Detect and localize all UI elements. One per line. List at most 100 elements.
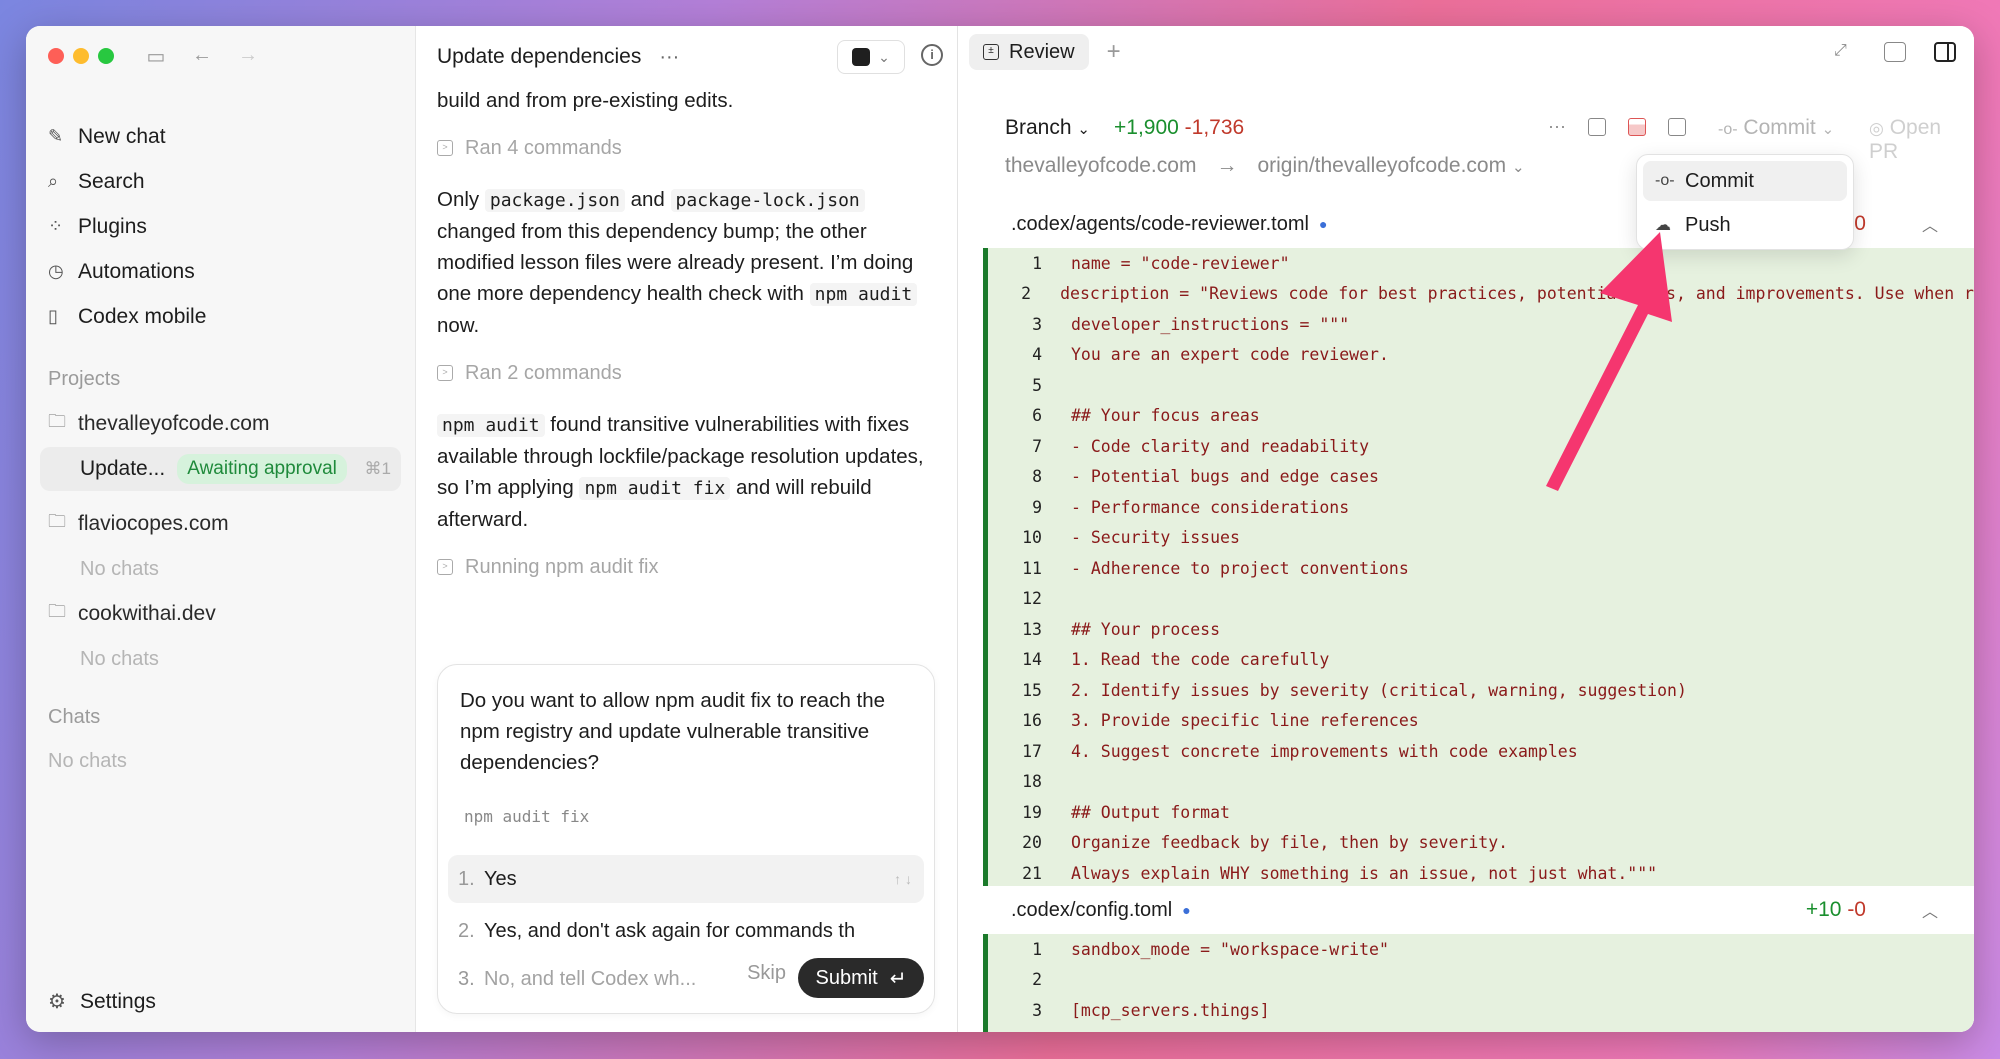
branch-selector[interactable]: Branch ⌄	[1005, 116, 1090, 140]
sidebar-item-search[interactable]: ⌕ Search	[48, 159, 401, 204]
chevron-up-icon[interactable]: ︿	[1922, 212, 1938, 236]
close-window-button[interactable]	[48, 48, 64, 64]
menu-item-commit[interactable]: -o- Commit	[1643, 161, 1847, 201]
diff-block: 1 sandbox_mode = "workspace-write" 2 3 [mcp_…	[983, 934, 1974, 1032]
chevron-down-icon: ⌄	[1821, 121, 1835, 138]
diff-line: 2 description = "Reviews code for best pr…	[988, 279, 1974, 310]
arrow-right-icon: →	[1216, 154, 1238, 177]
diff-line: 3 developer_instructions = """	[988, 309, 1974, 340]
commit-dropdown-menu: -o- Commit ☁ Push	[1636, 154, 1854, 250]
repo-name[interactable]: thevalleyofcode.com	[1005, 154, 1196, 178]
projects-heading: Projects	[48, 367, 121, 390]
model-selector[interactable]: ⌄	[837, 40, 905, 74]
line-number: 3	[1032, 1000, 1042, 1020]
assistant-message: build and from pre-existing edits.	[437, 89, 734, 112]
project-thevalleyofcode[interactable]: 🗀 thevalleyofcode.com	[48, 401, 401, 447]
line-number: 19	[1022, 802, 1042, 822]
menu-item-push[interactable]: ☁ Push	[1643, 205, 1847, 245]
project-cookwithai[interactable]: 🗀 cookwithai.dev	[48, 591, 401, 637]
forward-arrow-icon[interactable]: →	[236, 44, 260, 69]
diff-line: 7 - Code clarity and readability	[988, 431, 1974, 462]
diff-line: 15 2. Identify issues by severity (critic…	[988, 675, 1974, 706]
line-content: - Potential bugs and edge cases	[1071, 467, 1379, 487]
repo-path: thevalleyofcode.com → origin/thevalleyof…	[1005, 154, 1525, 178]
info-icon[interactable]: i	[921, 44, 943, 66]
thread-label: Update...	[80, 457, 166, 480]
diff-line: 3 [mcp_servers.things]	[988, 995, 1974, 1026]
project-name: thevalleyofcode.com	[78, 412, 270, 435]
approval-option-no[interactable]: 3. No, and tell Codex wh...	[448, 955, 708, 1003]
sidebar-item-automations[interactable]: ◷ Automations	[48, 249, 401, 294]
line-number: 15	[1022, 680, 1042, 700]
thread-shortcut: ⌘1	[364, 459, 391, 478]
minimize-window-button[interactable]	[73, 48, 89, 64]
bottom-panel-icon[interactable]	[1884, 42, 1906, 62]
line-content: - Security issues	[1071, 528, 1240, 548]
split-panel-icon[interactable]	[1934, 42, 1956, 62]
line-number: 18	[1022, 772, 1042, 792]
commit-icon: -o-	[1718, 121, 1738, 138]
skip-button[interactable]: Skip	[747, 962, 786, 985]
branch-label: Branch	[1005, 116, 1072, 139]
file-header[interactable]: .codex/config.toml ● +10 -0 ︿	[959, 886, 1974, 934]
chevron-down-icon: ⌄	[1077, 121, 1090, 138]
line-content: command = "uv"	[1071, 1031, 1210, 1032]
chat-panel: Update dependencies ··· ⌄ i build and fr…	[417, 26, 958, 1032]
more-options-icon[interactable]: ···	[1548, 116, 1566, 137]
model-icon	[852, 48, 871, 66]
window-controls	[48, 48, 114, 64]
line-content: ## Output format	[1071, 802, 1230, 822]
line-number: 17	[1022, 741, 1042, 761]
line-content: [mcp_servers.things]	[1071, 1000, 1270, 1020]
command-summary[interactable]: > Ran 4 commands	[437, 130, 939, 166]
expand-icon[interactable]: ⤢	[1834, 42, 1856, 62]
toggle-sidebar-icon[interactable]: ▭	[144, 44, 168, 69]
settings-label: Settings	[80, 989, 156, 1013]
back-arrow-icon[interactable]: ←	[190, 44, 214, 69]
project-flaviocopes[interactable]: 🗀 flaviocopes.com	[48, 501, 401, 547]
more-options-icon[interactable]: ···	[659, 46, 679, 69]
menu-item-label: Commit	[1685, 169, 1754, 192]
settings-button[interactable]: ⚙ Settings	[48, 989, 156, 1014]
zoom-window-button[interactable]	[98, 48, 114, 64]
line-number: 13	[1022, 619, 1042, 639]
commit-button[interactable]: -o- Commit ⌄	[1718, 116, 1834, 140]
diff-line: 20 Organize feedback by file, then by sev…	[988, 828, 1974, 859]
diff-line: 21 Always explain WHY something is an iss…	[988, 858, 1974, 889]
diff-line: 5	[988, 370, 1974, 401]
approval-command: npm audit fix	[464, 807, 590, 826]
line-content: description = "Reviews code for best pra…	[1060, 284, 1974, 304]
lines-removed: -1,736	[1184, 116, 1245, 139]
remote-selector[interactable]: origin/thevalleyofcode.com ⌄	[1257, 154, 1524, 178]
command-running[interactable]: > Running npm audit fix	[437, 549, 939, 585]
file-search-icon[interactable]	[1587, 117, 1606, 136]
line-number: 21	[1022, 863, 1042, 883]
command-summary[interactable]: > Ran 2 commands	[437, 355, 939, 391]
sidebar-item-new-chat[interactable]: ✎ New chat	[48, 114, 401, 159]
sidebar-item-codex-mobile[interactable]: ▯ Codex mobile	[48, 294, 401, 339]
command-running-label: Running npm audit fix	[465, 555, 659, 578]
file-path: .codex/agents/code-reviewer.toml	[1011, 212, 1309, 235]
folder-icon: 🗀	[48, 511, 66, 531]
line-content: 4. Suggest concrete improvements with co…	[1071, 741, 1578, 761]
chevron-up-icon[interactable]: ︿	[1922, 898, 1938, 922]
copy-icon[interactable]	[1667, 117, 1686, 136]
tab-review[interactable]: ± Review	[969, 34, 1089, 70]
approval-card: Do you want to allow npm audit fix to re…	[437, 664, 935, 1014]
line-number: 6	[1032, 406, 1042, 426]
add-tab-icon[interactable]: +	[1107, 38, 1121, 66]
file-path: .codex/config.toml	[1011, 898, 1173, 921]
approval-option-yes-always[interactable]: 2. Yes, and don't ask again for commands…	[448, 907, 924, 955]
sidebar-thread-update[interactable]: Update... Awaiting approval ⌘1	[40, 447, 401, 491]
pane-controls: ⤢	[1834, 42, 1956, 62]
open-pr-button[interactable]: ◎ Open PR	[1869, 116, 1974, 164]
command-summary-label: Ran 2 commands	[465, 361, 622, 384]
submit-button[interactable]: Submit ↵	[798, 958, 924, 998]
diff-line: 12	[988, 584, 1974, 615]
option-label: Yes, and don't ask again for commands th	[484, 919, 856, 942]
approval-option-yes[interactable]: 1. Yes ↑ ↓	[448, 855, 924, 903]
remote-name: origin/thevalleyofcode.com	[1257, 154, 1507, 177]
sidebar-item-plugins[interactable]: ⁘ Plugins	[48, 204, 401, 249]
diff-view-icon[interactable]	[1627, 117, 1646, 136]
chevron-down-icon: ⌄	[1511, 159, 1525, 176]
